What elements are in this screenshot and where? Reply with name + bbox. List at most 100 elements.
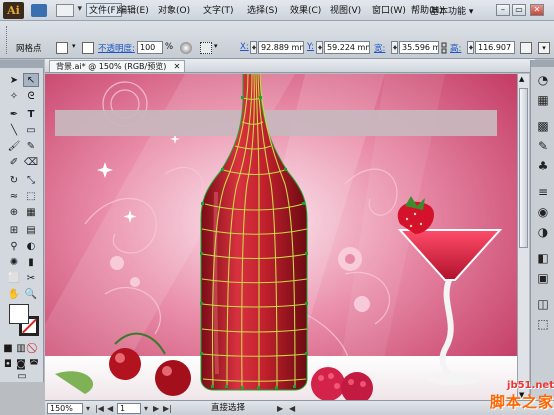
document-tab[interactable]: 背景.ai* @ 150% (RGB/预览) ✕ [49,60,186,73]
column-graph-tool-icon[interactable]: ▮ [23,256,39,270]
scroll-up-icon[interactable]: ▲ [519,75,524,83]
menu-file[interactable]: 文件(F) [86,3,123,17]
y-input[interactable]: 59.224 mm [324,41,370,54]
menu-help[interactable]: 帮助(H) [411,4,443,18]
tools-panel-header[interactable] [0,60,44,68]
zoom-dropdown-icon[interactable]: ▾ [86,403,90,414]
status-menu-icon[interactable]: ▶ [277,403,283,414]
gradient-mode-icon[interactable]: ▥ [15,342,27,356]
scale-tool-icon[interactable]: ⤡ [23,174,39,188]
x-stepper[interactable] [250,41,257,54]
dock-header[interactable] [531,60,554,67]
gradient-tool-icon[interactable]: ▤ [23,224,39,238]
brushes-panel-icon[interactable]: ✎ [535,138,551,154]
menu-edit[interactable]: 编辑(E) [118,4,149,18]
eraser-tool-icon[interactable]: ⌫ [23,156,39,170]
bridge-button[interactable] [31,4,47,17]
height-label[interactable]: 高: [450,42,461,54]
symbol-sprayer-tool-icon[interactable]: ✺ [6,256,22,270]
pen-tool-icon[interactable]: ✒ [6,108,22,122]
artboard-number-select[interactable]: 1 [117,403,141,414]
graphic-styles-panel-icon[interactable]: ▣ [535,270,551,286]
first-artboard-icon[interactable]: |◀ [95,403,104,414]
fill-stroke-control[interactable] [9,304,39,338]
direct-selection-tool-icon[interactable]: ↖ [23,73,39,87]
zoom-select[interactable]: 150% [47,403,83,414]
menu-select[interactable]: 选择(S) [247,4,278,18]
opacity-link[interactable]: 不透明度: [98,42,135,54]
status-tool-text[interactable]: 直接选择 [211,403,245,414]
line-tool-icon[interactable]: ╲ [6,124,22,138]
artboard-canvas[interactable] [45,74,517,400]
artboard-dropdown-icon[interactable]: ▾ [144,403,148,414]
constrain-link-icon[interactable] [441,42,447,54]
color-guide-panel-icon[interactable]: ▦ [535,92,551,108]
scroll-left-icon[interactable]: ◀ [289,403,295,414]
y-stepper[interactable] [316,41,323,54]
height-input[interactable]: 116.907 mr [475,41,515,54]
rotate-tool-icon[interactable]: ↻ [6,174,22,188]
type-tool-icon[interactable]: T [23,108,39,122]
mesh-tool-icon[interactable]: ⊞ [6,224,22,238]
restore-button[interactable]: ▭ [512,4,526,16]
blend-tool-icon[interactable]: ◐ [23,240,39,254]
previous-artboard-icon[interactable]: ◀ [107,403,113,414]
magic-wand-tool-icon[interactable]: ✧ [6,90,22,104]
width-tool-icon[interactable]: ≈ [6,190,22,204]
zoom-tool-icon[interactable]: 🔍 [23,288,39,302]
rectangle-tool-icon[interactable]: ▭ [23,124,39,138]
stroke-panel-icon[interactable]: ≡ [535,184,551,200]
align-icon[interactable] [200,42,212,54]
appearance-panel-icon[interactable]: ◧ [535,250,551,266]
stroke-swatch-icon[interactable] [82,42,94,54]
width-stepper[interactable] [391,41,398,54]
layers-panel-icon[interactable]: ◫ [535,296,551,312]
free-transform-tool-icon[interactable]: ⬚ [23,190,39,204]
close-tab-icon[interactable]: ✕ [174,61,181,73]
panel-menu-icon[interactable]: ▾ [538,42,550,54]
menu-effect[interactable]: 效果(C) [290,4,321,18]
gradient-panel-icon[interactable]: ◉ [535,204,551,220]
shape-builder-tool-icon[interactable]: ⊕ [6,206,22,220]
screen-mode-icon[interactable]: ▭ [14,370,30,384]
close-button[interactable]: ✕ [530,4,544,16]
blob-brush-tool-icon[interactable]: ✐ [6,156,22,170]
menu-object[interactable]: 对象(O) [158,4,190,18]
none-mode-icon[interactable]: ⃠ [28,342,40,356]
fill-swatch-icon[interactable] [56,42,68,54]
transform-icon[interactable] [520,42,532,54]
height-stepper[interactable] [467,41,474,54]
transparency-panel-icon[interactable]: ◑ [535,224,551,240]
color-panel-icon[interactable]: ◔ [535,72,551,88]
y-label[interactable]: Y: [307,42,314,52]
vertical-scrollbar[interactable]: ▲ ▼ [517,74,529,400]
selection-tool-icon[interactable]: ➤ [6,74,22,88]
lasso-tool-icon[interactable]: ᘓ [23,90,39,104]
paintbrush-tool-icon[interactable]: 🖌 [6,140,22,154]
fill-color-box[interactable] [9,304,29,324]
width-input[interactable]: 35.596 mm [399,41,439,54]
swatches-panel-icon[interactable]: ▩ [535,118,551,134]
x-label[interactable]: X: [240,42,249,52]
arrange-documents-button[interactable] [56,4,82,17]
recolor-icon[interactable] [180,42,192,54]
last-artboard-icon[interactable]: ▶| [163,403,172,414]
opacity-input[interactable]: 100 [137,41,163,54]
minimize-button[interactable]: – [496,4,510,16]
artboards-panel-icon[interactable]: ⬚ [535,316,551,332]
menu-view[interactable]: 视图(V) [330,4,361,18]
artboard-tool-icon[interactable]: ⬜ [6,272,22,286]
grip-handle[interactable] [6,26,8,54]
next-artboard-icon[interactable]: ▶ [153,403,159,414]
perspective-grid-tool-icon[interactable]: ▦ [23,206,39,220]
draw-normal-icon[interactable]: ◘ [2,358,14,372]
eyedropper-tool-icon[interactable]: ⚲ [6,240,22,254]
symbols-panel-icon[interactable]: ♣ [535,158,551,174]
color-mode-icon[interactable]: ■ [2,342,14,356]
menu-window[interactable]: 窗口(W) [372,4,406,18]
vertical-scroll-thumb[interactable] [519,88,528,248]
menu-type[interactable]: 文字(T) [203,4,234,18]
x-input[interactable]: 92.889 mm [258,41,304,54]
width-label[interactable]: 宽: [374,42,385,54]
slice-tool-icon[interactable]: ✂ [23,272,39,286]
